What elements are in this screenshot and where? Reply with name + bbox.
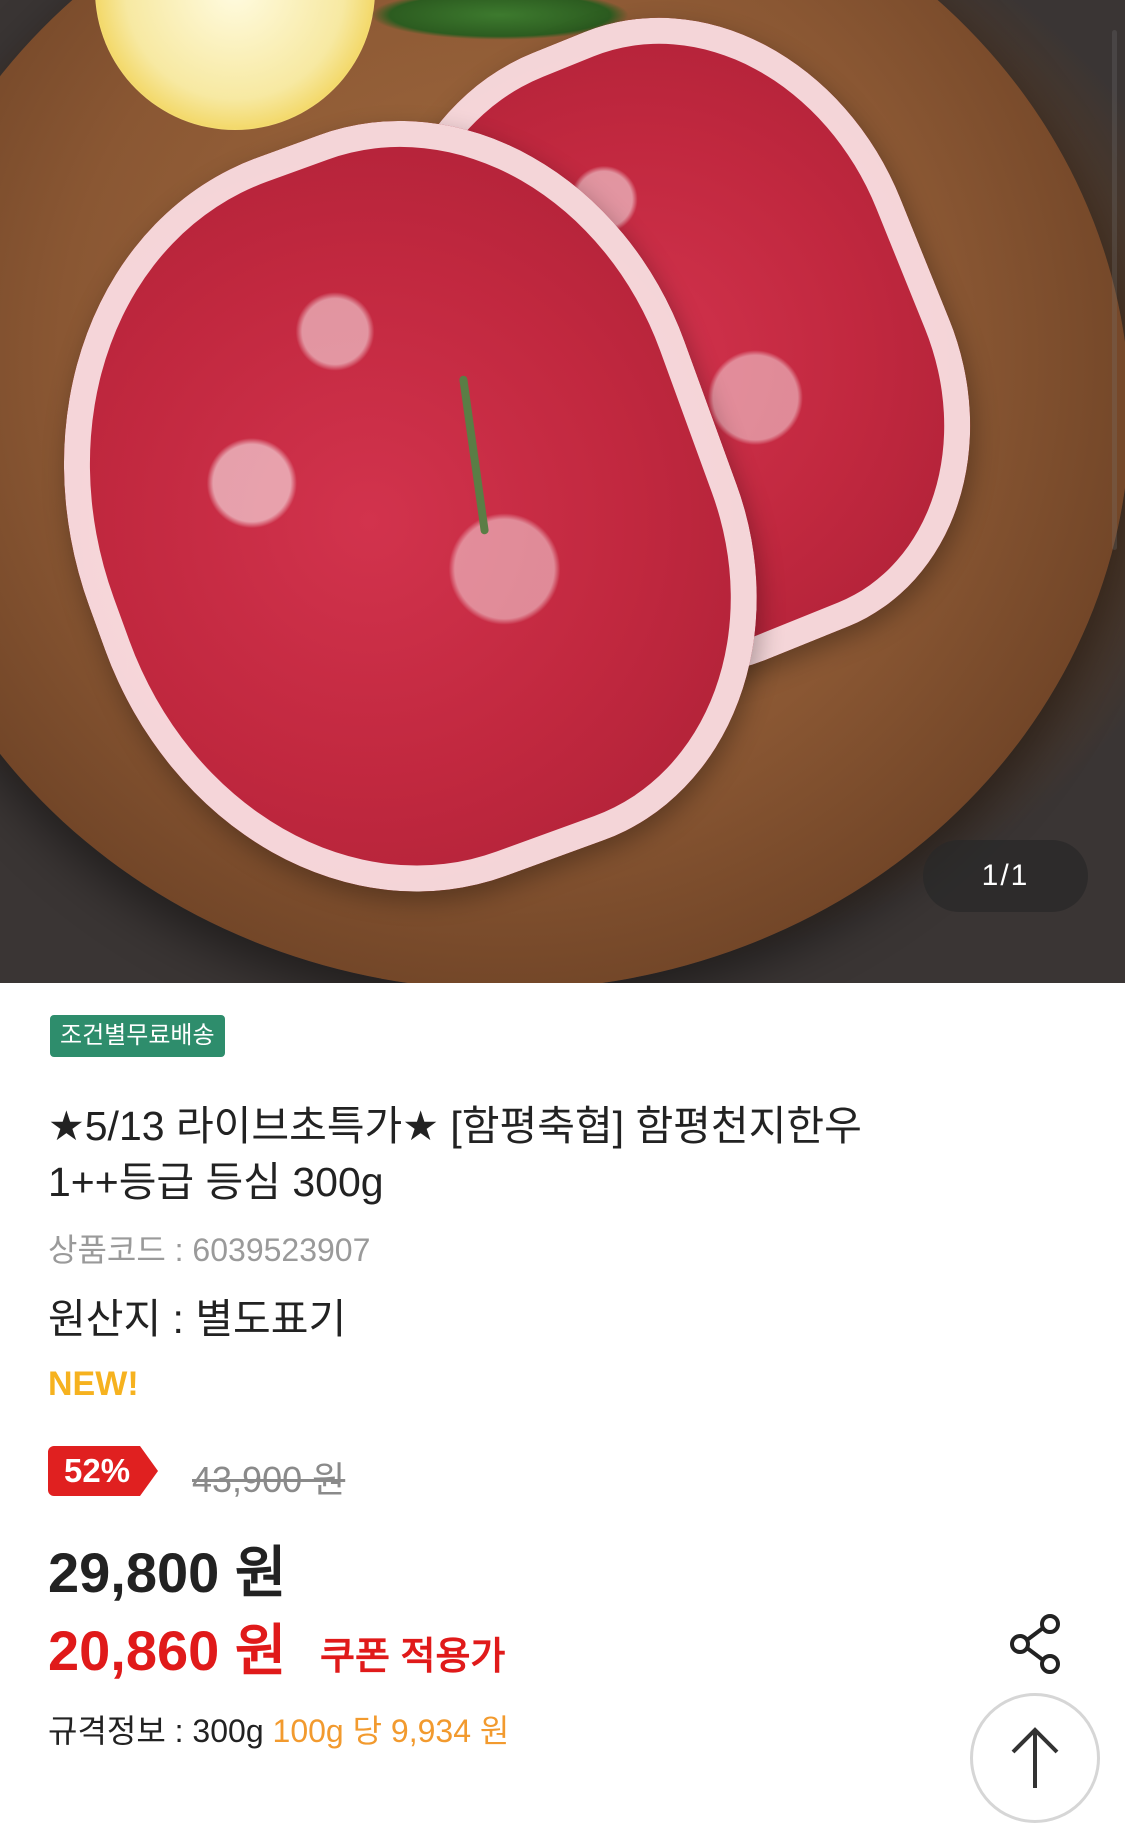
new-badge: NEW! [48,1365,139,1403]
spec-info: 규격정보 : 300g 100g 당 9,934 원 [48,1706,509,1752]
origin-info: 원산지 : 별도표기 [48,1296,347,1342]
scrollbar[interactable] [1112,30,1117,550]
sale-price: 29,800 원 [48,1541,287,1604]
product-code: 상품코드 : 6039523907 [48,1232,371,1268]
product-title-line-1: ★5/13 라이브초특가★ [함평축협] 함평천지한우 [48,1103,862,1149]
shipping-badge: 조건별무료배송 [50,1015,225,1057]
discount-arrow [140,1446,159,1496]
discount-badge: 52% [48,1446,168,1496]
unit-price: 100g 당 9,934 원 [272,1713,510,1749]
coupon-price: 20,860 원 [48,1619,287,1682]
product-image[interactable]: 1/1 [0,0,1125,983]
share-icon-graphic [1010,1614,1060,1674]
scroll-top-button[interactable] [970,1693,1100,1823]
arrow-up-icon [1011,1727,1059,1788]
product-title: ★5/13 라이브초특가★ [함평축협] 함평천지한우 1++등급 등심 300… [48,1098,1048,1210]
product-title-line-2: 1++등급 등심 300g [48,1159,384,1205]
coupon-label: 쿠폰 적용가 [320,1636,506,1678]
image-pager: 1/1 [923,840,1088,912]
discount-percent: 52% [48,1446,141,1496]
spec-label: 규격정보 : 300g [48,1713,264,1749]
original-price: 43,900 원 [192,1459,346,1500]
share-icon[interactable] [1008,1612,1064,1676]
